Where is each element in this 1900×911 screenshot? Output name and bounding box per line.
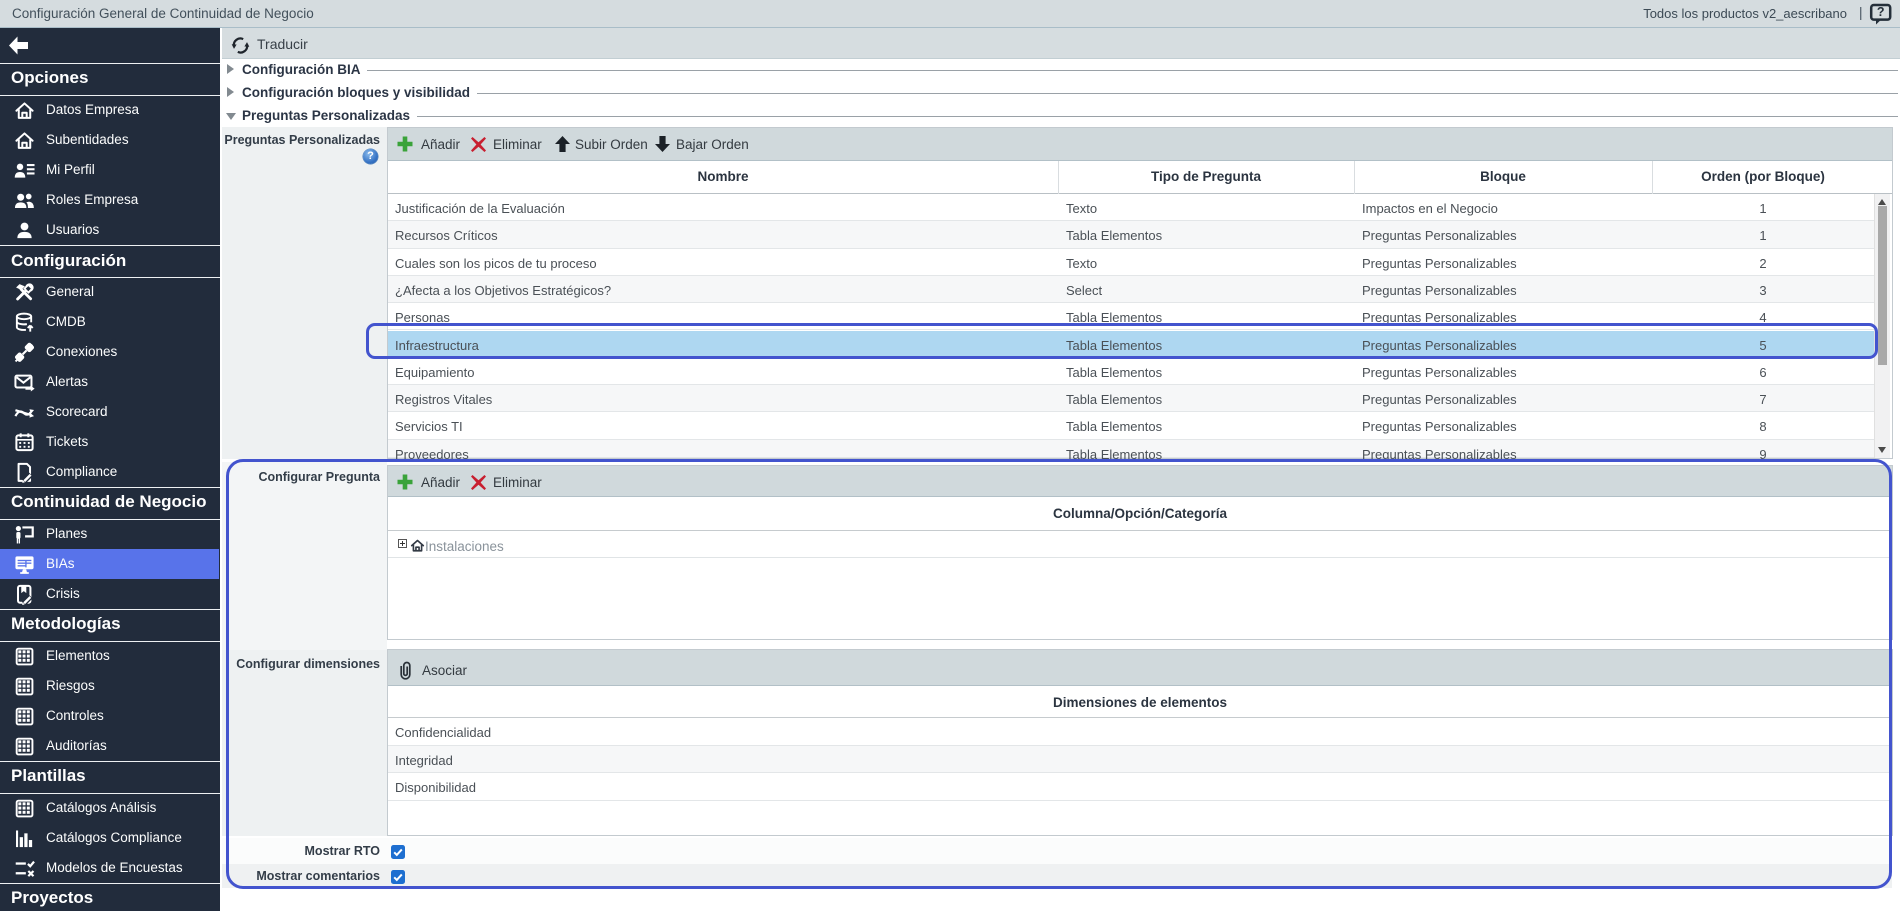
svg-text:?: ?	[1877, 5, 1885, 19]
